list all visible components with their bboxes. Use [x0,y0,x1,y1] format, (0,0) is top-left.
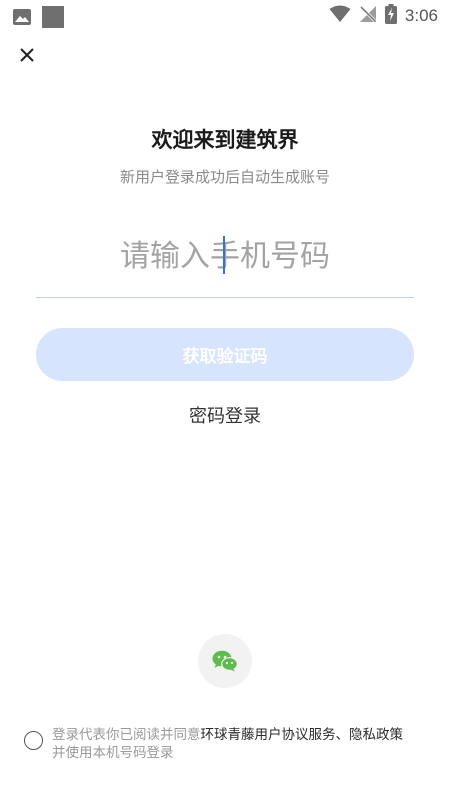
agreement-separator: 、 [335,727,350,743]
agreement-prefix: 登录代表你已阅读并同意 [52,727,201,743]
user-agreement-link[interactable]: 环球青藤用户协议服务 [201,727,336,743]
close-button[interactable] [14,42,40,68]
no-signal-icon [359,5,377,27]
phone-input[interactable] [36,226,414,286]
password-login-link[interactable]: 密码登录 [0,402,450,428]
privacy-policy-link[interactable]: 隐私政策 [349,727,403,743]
clock: 3:06 [404,6,438,25]
wechat-login-button[interactable] [198,634,252,688]
agreement-text: 登录代表你已阅读并同意环球青藤用户协议服务、隐私政策并使用本机号码登录 [52,726,414,762]
agreement-suffix: 并使用本机号码登录 [52,745,174,761]
battery-charging-icon [384,4,397,28]
page-title: 欢迎来到建筑界 [151,128,299,152]
get-code-button[interactable]: 获取验证码 [36,328,414,381]
status-bar: 3:06 [0,0,450,32]
agreement-row: 登录代表你已阅读并同意环球青藤用户协议服务、隐私政策并使用本机号码登录 [24,726,414,762]
page-subtitle: 新用户登录成功后自动生成账号 [119,168,330,186]
phone-field [36,226,414,298]
image-notification-icon [12,7,32,27]
wifi-icon [329,5,351,27]
app-notification-icon [42,6,64,28]
status-bar-left [12,6,64,28]
agreement-radio[interactable] [24,731,43,750]
wechat-icon [212,650,238,672]
status-bar-right: 3:06 [329,4,438,28]
text-cursor [223,236,225,274]
close-icon [20,48,34,62]
